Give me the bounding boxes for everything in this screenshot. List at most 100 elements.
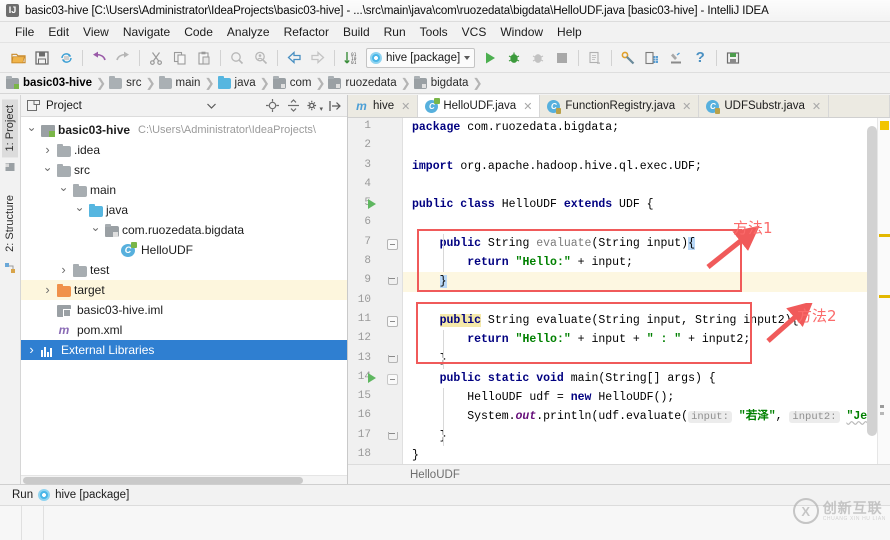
menu-navigate[interactable]: Navigate bbox=[116, 24, 177, 40]
close-icon[interactable]: ✕ bbox=[523, 100, 532, 113]
tree-row-target[interactable]: target bbox=[21, 280, 347, 300]
close-icon[interactable]: ✕ bbox=[401, 100, 410, 113]
tree-row-pom[interactable]: m pom.xml bbox=[21, 320, 347, 340]
menu-tools[interactable]: Tools bbox=[413, 24, 455, 40]
menu-vcs[interactable]: VCS bbox=[455, 24, 494, 40]
chevron-down-icon[interactable] bbox=[25, 123, 38, 137]
code-editor[interactable]: 1 2 3 4 5 6 7 8 9 10 11 12 13 14 15 16 1 bbox=[348, 118, 890, 464]
gear-icon[interactable]: ▾ bbox=[306, 98, 323, 114]
run-class-icon[interactable] bbox=[368, 199, 376, 210]
editor-tab-hive[interactable]: m hive ✕ bbox=[348, 95, 419, 117]
menu-analyze[interactable]: Analyze bbox=[220, 24, 277, 40]
fold-end-icon[interactable] bbox=[387, 431, 398, 443]
editor-marker-bar[interactable] bbox=[877, 118, 890, 464]
project-tree[interactable]: basic03-hive C:\Users\Administrator\Idea… bbox=[21, 117, 347, 484]
editor-tab-helloudf[interactable]: C HelloUDF.java ✕ bbox=[418, 95, 541, 117]
fold-end-icon[interactable] bbox=[387, 277, 398, 288]
editor-gutter[interactable]: 1 2 3 4 5 6 7 8 9 10 11 12 13 14 15 16 1 bbox=[348, 118, 403, 464]
scrollbar-thumb[interactable] bbox=[867, 126, 877, 436]
chevron-down-icon[interactable] bbox=[89, 223, 102, 237]
typo-marker[interactable] bbox=[880, 412, 884, 415]
tool-window-tab-project[interactable]: 1: Project bbox=[2, 99, 18, 158]
chevron-down-icon[interactable] bbox=[41, 163, 54, 177]
locate-icon[interactable] bbox=[264, 98, 280, 114]
open-folder-icon[interactable] bbox=[7, 47, 29, 69]
tool-window-tab-structure[interactable]: 2: Structure bbox=[2, 189, 18, 258]
menu-help[interactable]: Help bbox=[550, 24, 589, 40]
run-configuration-selector[interactable]: hive [package] bbox=[366, 47, 476, 68]
debug-icon[interactable] bbox=[503, 47, 525, 69]
menu-code[interactable]: Code bbox=[177, 24, 220, 40]
chevron-down-icon[interactable] bbox=[464, 55, 471, 60]
forward-icon[interactable] bbox=[307, 47, 329, 69]
chevron-right-icon[interactable] bbox=[25, 343, 38, 358]
settings-wrench-icon[interactable] bbox=[617, 47, 639, 69]
close-icon[interactable]: ✕ bbox=[812, 100, 821, 113]
inspection-status-marker[interactable] bbox=[880, 121, 889, 130]
tree-row-external-libraries[interactable]: External Libraries bbox=[21, 340, 347, 360]
tree-row-helloudf[interactable]: C HelloUDF bbox=[21, 240, 347, 260]
menu-refactor[interactable]: Refactor bbox=[277, 24, 336, 40]
redo-icon[interactable] bbox=[112, 47, 134, 69]
tree-row-basic03-hive[interactable]: basic03-hive C:\Users\Administrator\Idea… bbox=[21, 120, 347, 140]
menu-edit[interactable]: Edit bbox=[41, 24, 76, 40]
breadcrumb-item-ruozedata[interactable]: ruozedata bbox=[328, 75, 399, 89]
run-tool-window-tab[interactable]: Run hive [package] bbox=[0, 485, 890, 506]
expand-collapse-icon[interactable] bbox=[285, 98, 301, 114]
sync-refresh-icon[interactable] bbox=[55, 47, 77, 69]
menu-run[interactable]: Run bbox=[377, 24, 413, 40]
fold-collapse-icon[interactable] bbox=[387, 238, 398, 250]
breadcrumb-item-src[interactable]: src bbox=[109, 75, 144, 89]
project-structure-icon[interactable] bbox=[641, 47, 663, 69]
tree-row-package[interactable]: com.ruozedata.bigdata bbox=[21, 220, 347, 240]
breadcrumb-item-main[interactable]: main bbox=[158, 75, 204, 89]
tree-row-idea[interactable]: .idea bbox=[21, 140, 347, 160]
breadcrumb-item-bigdata[interactable]: bigdata bbox=[413, 75, 472, 89]
chevron-down-icon[interactable] bbox=[73, 203, 86, 217]
scrollbar-thumb[interactable] bbox=[23, 477, 303, 484]
editor-tab-udfsubstr[interactable]: C UDFSubstr.java ✕ bbox=[699, 95, 830, 117]
chevron-right-icon[interactable] bbox=[57, 263, 70, 278]
fold-collapse-icon[interactable] bbox=[387, 373, 398, 385]
breadcrumb-item-java[interactable]: java bbox=[217, 75, 259, 89]
tree-row-main[interactable]: main bbox=[21, 180, 347, 200]
find-usages-icon[interactable] bbox=[250, 47, 272, 69]
tree-row-test[interactable]: test bbox=[21, 260, 347, 280]
undo-icon[interactable] bbox=[88, 47, 110, 69]
fold-end-icon[interactable] bbox=[387, 354, 398, 366]
typo-marker[interactable] bbox=[880, 405, 884, 408]
chevron-down-icon[interactable] bbox=[203, 98, 219, 114]
help-icon[interactable]: ? bbox=[689, 47, 711, 69]
breadcrumb-item-com[interactable]: com bbox=[272, 75, 315, 89]
cut-icon[interactable] bbox=[145, 47, 167, 69]
breadcrumb-item-project[interactable]: basic03-hive bbox=[6, 75, 95, 89]
run-with-coverage-icon[interactable] bbox=[527, 47, 549, 69]
menu-file[interactable]: File bbox=[8, 24, 41, 40]
stop-icon[interactable] bbox=[551, 47, 573, 69]
fold-collapse-icon[interactable] bbox=[387, 315, 398, 327]
editor-vertical-scrollbar[interactable] bbox=[867, 126, 877, 436]
close-icon[interactable]: ✕ bbox=[682, 100, 691, 113]
chevron-right-icon[interactable] bbox=[41, 283, 54, 298]
editor-tab-functionregistry[interactable]: C FunctionRegistry.java ✕ bbox=[540, 95, 700, 117]
sort-icon[interactable]: 01 10 01 bbox=[340, 47, 362, 69]
hide-icon[interactable] bbox=[327, 98, 343, 114]
tree-row-src[interactable]: src bbox=[21, 160, 347, 180]
project-panel-horizontal-scrollbar[interactable] bbox=[21, 475, 347, 484]
sdk-icon[interactable] bbox=[665, 47, 687, 69]
tree-row-iml[interactable]: basic03-hive.iml bbox=[21, 300, 347, 320]
menu-build[interactable]: Build bbox=[336, 24, 377, 40]
paste-icon[interactable] bbox=[193, 47, 215, 69]
tree-row-java[interactable]: java bbox=[21, 200, 347, 220]
copy-icon[interactable] bbox=[169, 47, 191, 69]
chevron-down-icon[interactable] bbox=[57, 183, 70, 197]
code-text-area[interactable]: package com.ruozedata.bigdata; import or… bbox=[403, 118, 877, 464]
maven-icon[interactable] bbox=[722, 47, 744, 69]
find-icon[interactable] bbox=[226, 47, 248, 69]
run-main-icon[interactable] bbox=[368, 372, 376, 383]
save-all-icon[interactable] bbox=[31, 47, 53, 69]
menu-window[interactable]: Window bbox=[493, 24, 550, 40]
menu-view[interactable]: View bbox=[76, 24, 116, 40]
chevron-right-icon[interactable] bbox=[41, 143, 54, 158]
back-icon[interactable] bbox=[283, 47, 305, 69]
